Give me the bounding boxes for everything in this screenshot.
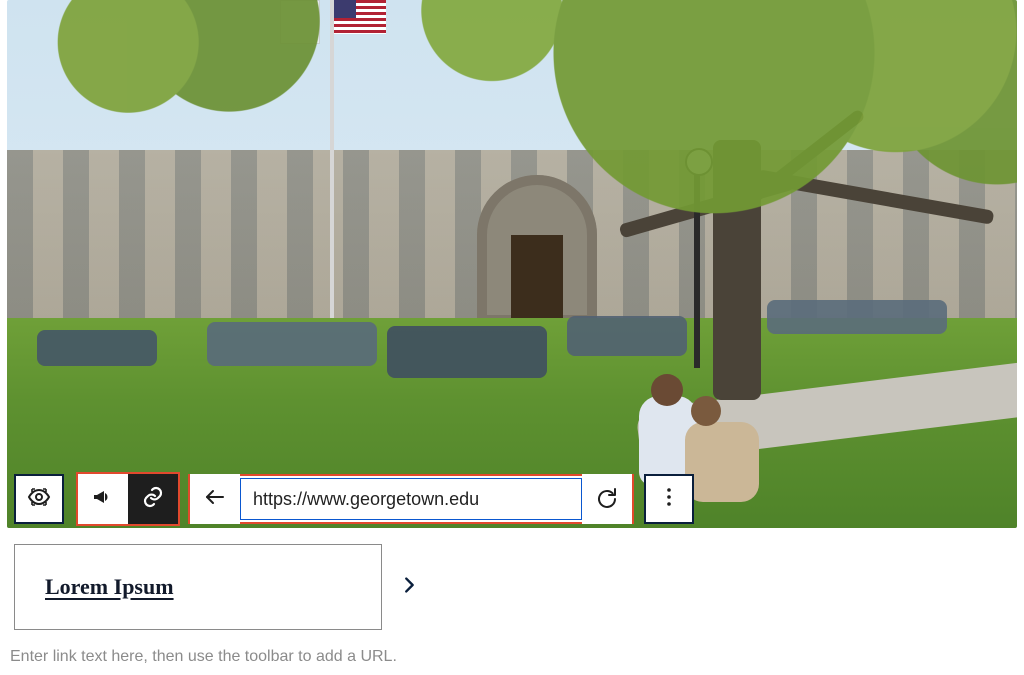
more-options-button[interactable]: [644, 474, 694, 524]
chevron-right-icon: [396, 572, 422, 598]
url-popover: [188, 474, 634, 524]
url-input[interactable]: [240, 478, 582, 520]
block-type-button[interactable]: [78, 474, 128, 524]
block-toolbar: [14, 474, 694, 524]
back-button[interactable]: [190, 474, 240, 524]
link-button[interactable]: [128, 474, 178, 524]
submit-icon: [595, 485, 619, 514]
preview-button[interactable]: [14, 474, 64, 524]
link-text-label: Lorem Ipsum: [45, 574, 174, 600]
link-text-block[interactable]: Lorem Ipsum: [14, 544, 382, 630]
megaphone-icon: [91, 485, 115, 514]
eye-icon: [27, 485, 51, 514]
helper-text: Enter link text here, then use the toolb…: [10, 648, 397, 666]
link-icon: [141, 485, 165, 514]
submit-url-button[interactable]: [582, 474, 632, 524]
more-vertical-icon: [657, 485, 681, 514]
arrow-left-icon: [203, 485, 227, 514]
hero-image: [7, 0, 1017, 528]
